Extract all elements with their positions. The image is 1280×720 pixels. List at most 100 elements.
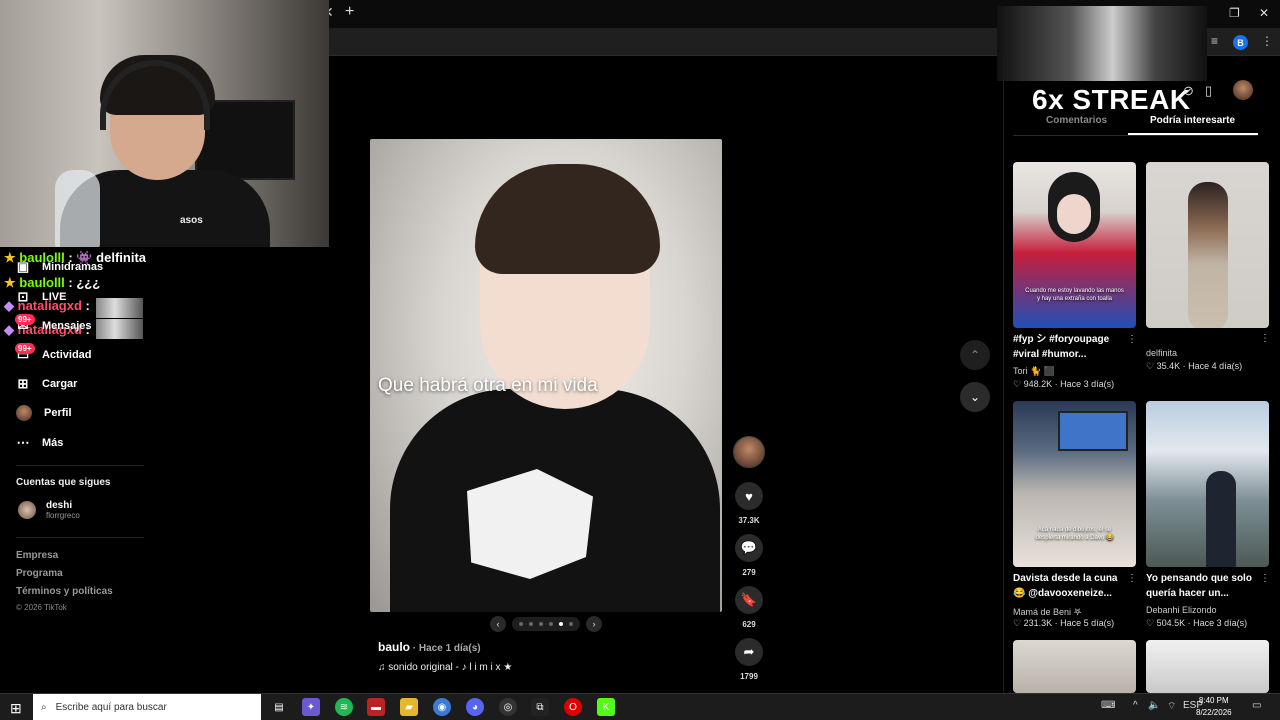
sidebar-item-cargar[interactable]: ⊞ Cargar [16, 376, 78, 392]
save-count: 629 [742, 620, 756, 629]
more-icon: ⋯ [16, 435, 30, 450]
video-thumbnail[interactable] [1146, 401, 1269, 567]
footer-link-programa[interactable]: Programa [16, 568, 63, 579]
phone-icon[interactable]: ▯ [1205, 83, 1212, 99]
chevron-down-icon: ⌄ [969, 390, 981, 404]
tab-divider [1013, 135, 1258, 136]
card-title[interactable]: #fyp シ #foryoupage #viral #humor... [1013, 333, 1126, 362]
carousel-dot[interactable] [569, 622, 573, 626]
sidebar-item-live[interactable]: ⊡ LIVE [16, 289, 67, 305]
active-tab-indicator [1128, 133, 1258, 135]
photo-carousel: ‹ › [490, 616, 602, 632]
carousel-dot[interactable] [519, 622, 523, 626]
discord-icon[interactable]: ◕ [466, 698, 484, 716]
restore-icon[interactable]: ❐ [1229, 6, 1240, 20]
carousel-dot[interactable] [539, 622, 543, 626]
spotify-icon[interactable]: ≋ [335, 698, 353, 716]
carousel-dot[interactable] [559, 622, 563, 626]
video-thumbnail[interactable]: Cuando me estoy lavando las manos y hay … [1013, 162, 1136, 328]
browser-menu-icon[interactable]: ⋮ [1261, 34, 1273, 48]
following-account[interactable]: deshi florrgreco [18, 500, 80, 520]
sidebar-item-perfil[interactable]: Perfil [16, 405, 72, 421]
kick-icon[interactable]: K [597, 698, 615, 716]
search-icon: ⌕ [41, 701, 47, 713]
wifi-icon[interactable]: ⌔ [1167, 700, 1176, 713]
card-title[interactable]: Yo pensando que solo quería hacer un... [1146, 572, 1259, 601]
carousel-dot[interactable] [549, 622, 553, 626]
carousel-dots [512, 617, 580, 631]
card-stats: ♡ 948.2K · Hace 3 día(s) [1013, 379, 1115, 389]
video-thumbnail[interactable]: Acá nada de dibujitos, él se despierta m… [1013, 401, 1136, 567]
close-window-icon[interactable]: ✕ [1259, 6, 1269, 20]
video-author[interactable]: baulo · Hace 1 día(s) [378, 640, 481, 654]
footer-link-empresa[interactable]: Empresa [16, 550, 58, 561]
video-thumbnail[interactable] [1013, 640, 1136, 693]
bookmark-icon: 🔖 [740, 592, 758, 607]
share-icon: ➦ [743, 644, 755, 659]
carousel-dot[interactable] [529, 622, 533, 626]
chrome-icon[interactable]: ◉ [433, 698, 451, 716]
activity-badge: 99+ [15, 343, 35, 354]
like-count: 37.3K [738, 516, 760, 525]
volume-icon[interactable]: 🔈 [1148, 700, 1160, 711]
tab-comentarios[interactable]: Comentarios [1046, 115, 1107, 126]
capcut-icon[interactable]: ⧉ [531, 698, 549, 716]
new-tab-button[interactable]: + [345, 3, 354, 21]
card-stats: ♡ 231.3K · Hace 5 día(s) [1013, 618, 1115, 628]
taskbar-search-input[interactable]: ⌕ Escribe aquí para buscar [33, 694, 261, 720]
notification-icon[interactable]: ▭ [1252, 700, 1261, 711]
chevron-up-icon[interactable]: ^ [1133, 700, 1138, 711]
following-title: Cuentas que sigues [16, 477, 111, 488]
card-author[interactable]: Mamá de Beni 𖤐 [1013, 605, 1082, 618]
more-icon[interactable]: ⋮ [1127, 334, 1137, 345]
more-icon[interactable]: ⋮ [1260, 573, 1270, 584]
compass-icon[interactable]: ⊘ [1183, 83, 1194, 99]
divider [16, 465, 144, 466]
card-stats: ♡ 504.5K · Hace 3 día(s) [1146, 618, 1248, 628]
voicemeeter-icon[interactable]: ▬ [367, 698, 385, 716]
divider [16, 537, 144, 538]
card-author[interactable]: Debanhi Elizondo [1146, 605, 1217, 615]
creator-avatar[interactable] [733, 436, 765, 468]
share-button[interactable]: ➦ [735, 638, 763, 666]
task-view-icon[interactable]: ▤ [270, 698, 288, 716]
copilot-icon[interactable]: ✦ [302, 698, 320, 716]
chevron-left-icon[interactable]: ‹ [490, 616, 506, 632]
browser-profile-button[interactable]: B [1233, 35, 1248, 50]
monitor-image [195, 100, 295, 180]
chevron-right-icon[interactable]: › [586, 616, 602, 632]
like-button[interactable]: ♥ [735, 482, 763, 510]
profile-avatar[interactable] [1233, 80, 1253, 100]
more-icon[interactable]: ⋮ [1127, 573, 1137, 584]
taskbar-clock[interactable]: 8:40 PM 8/22/2026 [1196, 695, 1232, 719]
panel-divider [1003, 56, 1004, 694]
footer-link-terminos[interactable]: Términos y políticas [16, 586, 113, 597]
chat-image [96, 298, 143, 318]
sidebar-item-minidramas[interactable]: ▣ Minidramas [16, 259, 103, 275]
card-author[interactable]: delfinita [1146, 348, 1177, 358]
card-title[interactable]: Davista desde la cuna 😂 @davooxeneize... [1013, 572, 1126, 601]
streak-webcam-overlay [997, 6, 1207, 81]
tab-podria-interesarte[interactable]: Podría interesarte [1150, 115, 1235, 126]
keyboard-icon[interactable]: ⌨ [1101, 700, 1115, 711]
video-thumbnail[interactable] [1146, 162, 1269, 328]
video-thumbnail[interactable] [1146, 640, 1269, 693]
sound-link[interactable]: ♫ sonido original - ♪ l i m i x ★ [378, 662, 512, 673]
opera-icon[interactable]: O [564, 698, 582, 716]
sidebar-item-mas[interactable]: ⋯ Más [16, 435, 64, 451]
avatar [16, 405, 32, 421]
chevron-up-icon: ⌃ [969, 348, 981, 362]
video-player[interactable]: Que habrá otra en mi vida [370, 139, 722, 612]
playlist-icon[interactable]: ≡ [1211, 34, 1218, 48]
obs-icon[interactable]: ◎ [499, 698, 517, 716]
previous-video-button[interactable]: ⌃ [960, 340, 990, 370]
card-stats: ♡ 35.4K · Hace 4 día(s) [1146, 361, 1243, 371]
card-author[interactable]: Tori 🐈 ⬛ [1013, 366, 1055, 377]
more-icon[interactable]: ⋮ [1260, 333, 1270, 344]
comment-icon: 💬 [740, 540, 758, 555]
save-button[interactable]: 🔖 [735, 586, 763, 614]
comment-button[interactable]: 💬 [735, 534, 763, 562]
next-video-button[interactable]: ⌄ [960, 382, 990, 412]
file-explorer-icon[interactable]: ▰ [400, 698, 418, 716]
windows-start-icon[interactable]: ⊞ [10, 700, 22, 717]
